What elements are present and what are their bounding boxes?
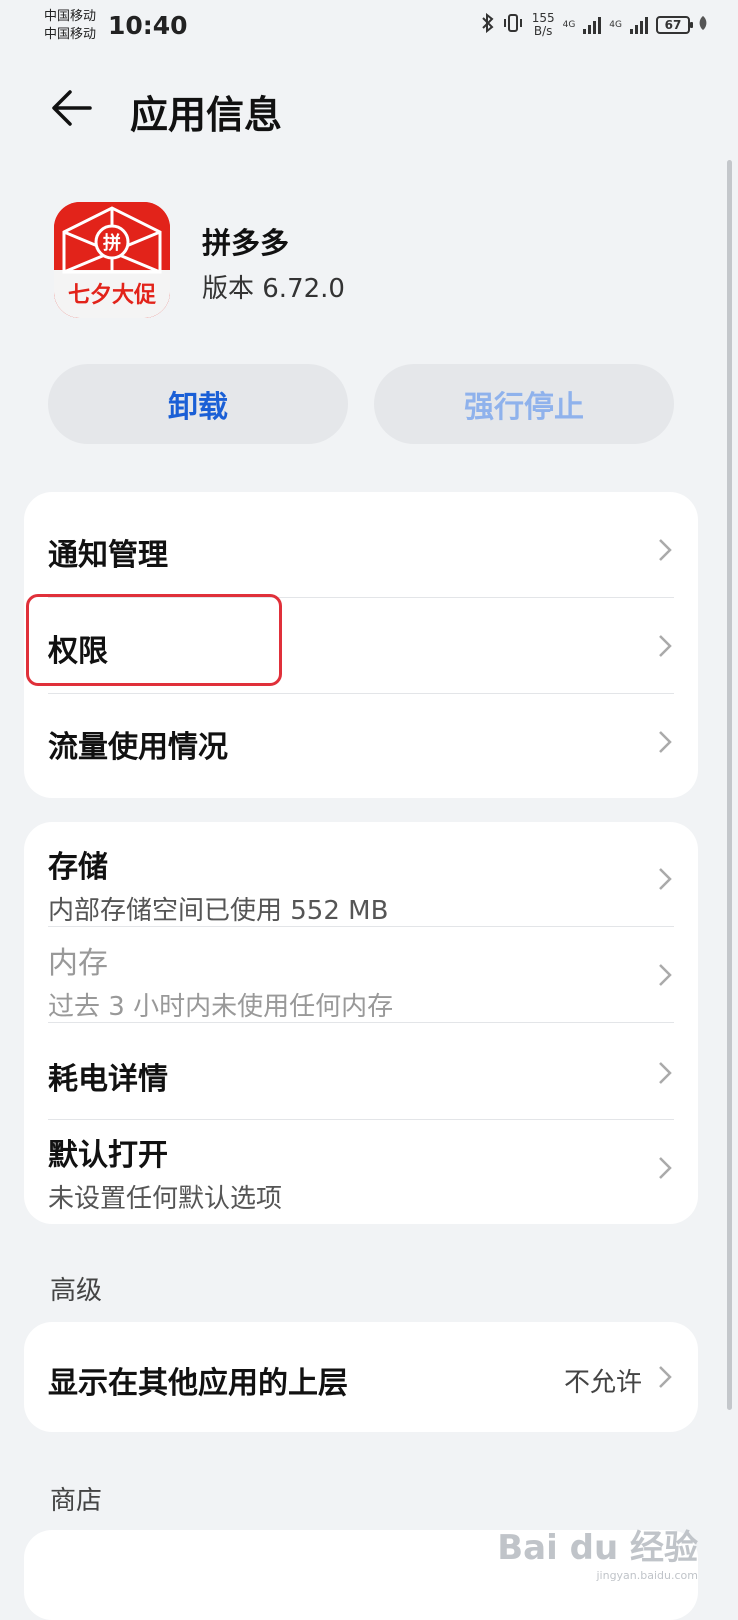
item-label: 内存 bbox=[48, 946, 108, 981]
signal-icon-1 bbox=[583, 16, 602, 34]
uninstall-button[interactable]: 卸载 bbox=[48, 364, 348, 444]
watermark-brand: Bai du 经验 bbox=[497, 1528, 698, 1568]
item-label: 通知管理 bbox=[48, 538, 168, 573]
watermark: Bai du 经验 jingyan.baidu.com bbox=[497, 1520, 698, 1582]
back-arrow-icon bbox=[52, 90, 92, 126]
item-label: 存储 bbox=[48, 850, 108, 885]
item-label: 耗电详情 bbox=[48, 1062, 168, 1097]
chevron-right-icon bbox=[659, 1157, 672, 1179]
divider bbox=[48, 1119, 674, 1120]
carrier-2: 中国移动 bbox=[44, 27, 97, 42]
overlay-permission-value: 不允许 bbox=[563, 1368, 642, 1398]
app-version: 版本 6.72.0 bbox=[202, 274, 345, 304]
divider bbox=[48, 926, 674, 927]
carrier-1: 中国移动 bbox=[44, 9, 97, 24]
app-icon-banner-text: 七夕大促 bbox=[68, 282, 156, 308]
watermark-url: jingyan.baidu.com bbox=[596, 1569, 698, 1582]
status-icons: 155 B/s 4G 4G 67 bbox=[481, 11, 708, 38]
settings-card-advanced: 显示在其他应用的上层 不允许 bbox=[24, 1322, 698, 1432]
item-subtitle: 过去 3 小时内未使用任何内存 bbox=[48, 992, 394, 1022]
status-time: 10:40 bbox=[108, 11, 188, 40]
vibrate-icon bbox=[502, 13, 524, 37]
network-type-2: 4G bbox=[609, 20, 622, 30]
storage-item[interactable]: 存储 内部存储空间已使用 552 MB bbox=[48, 842, 674, 927]
battery-icon: 67 bbox=[656, 16, 693, 34]
divider bbox=[48, 1022, 674, 1023]
chevron-right-icon bbox=[659, 964, 672, 986]
bluetooth-icon bbox=[481, 12, 494, 37]
section-header-store: 商店 bbox=[50, 1486, 103, 1516]
network-speed: 155 B/s bbox=[531, 11, 555, 38]
data-usage-item[interactable]: 流量使用情况 bbox=[48, 722, 674, 766]
status-bar: 中国移动 中国移动 10:40 155 B/s 4G 4G 67 bbox=[0, 0, 738, 52]
memory-item[interactable]: 内存 过去 3 小时内未使用任何内存 bbox=[48, 938, 674, 1023]
signal-icon-2 bbox=[630, 16, 648, 34]
open-by-default-item[interactable]: 默认打开 未设置任何默认选项 bbox=[48, 1130, 674, 1215]
chevron-right-icon bbox=[659, 868, 672, 890]
permissions-highlight-box bbox=[26, 594, 282, 686]
back-button[interactable] bbox=[50, 86, 94, 130]
app-icon: 拼 七夕大促 bbox=[54, 202, 170, 318]
chevron-right-icon bbox=[659, 635, 672, 657]
network-type-1: 4G bbox=[562, 20, 576, 30]
settings-card-2: 存储 内部存储空间已使用 552 MB 内存 过去 3 小时内未使用任何内存 耗… bbox=[24, 822, 698, 1224]
chevron-right-icon bbox=[659, 539, 672, 561]
carrier-info: 中国移动 中国移动 bbox=[44, 8, 96, 44]
chevron-right-icon bbox=[659, 731, 672, 753]
chevron-right-icon bbox=[659, 1062, 672, 1084]
divider bbox=[48, 693, 674, 694]
battery-usage-item[interactable]: 耗电详情 bbox=[48, 1054, 674, 1098]
section-header-advanced: 高级 bbox=[50, 1276, 103, 1306]
item-label: 默认打开 bbox=[48, 1138, 168, 1173]
page-title: 应用信息 bbox=[130, 93, 283, 137]
force-stop-button[interactable]: 强行停止 bbox=[374, 364, 674, 444]
item-subtitle: 内部存储空间已使用 552 MB bbox=[48, 896, 389, 926]
leaf-icon bbox=[698, 15, 708, 35]
chevron-right-icon bbox=[659, 1366, 672, 1388]
item-label: 流量使用情况 bbox=[48, 730, 228, 765]
scrollbar[interactable] bbox=[727, 160, 732, 1410]
app-icon-center-text: 拼 bbox=[103, 232, 121, 254]
notification-management-item[interactable]: 通知管理 bbox=[48, 530, 674, 574]
app-name: 拼多多 bbox=[202, 226, 290, 260]
item-subtitle: 未设置任何默认选项 bbox=[48, 1184, 283, 1214]
